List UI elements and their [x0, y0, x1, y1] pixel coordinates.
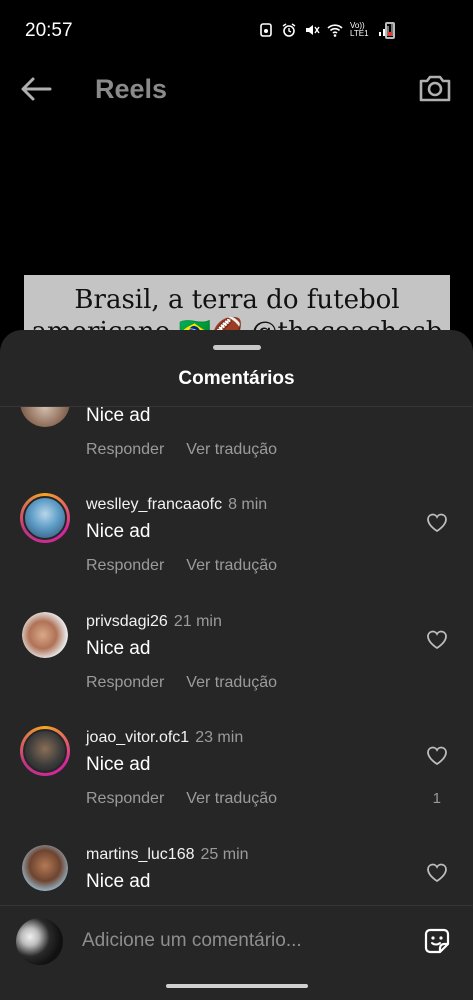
status-icons: Vo)) LTE1 [258, 22, 393, 38]
avatar[interactable] [16, 918, 63, 965]
arrow-left-icon[interactable] [18, 74, 54, 104]
comment-text: Nice ad [86, 407, 151, 426]
reel-video[interactable]: Brasil, a terra do futebol americano 🇧🇷🏈… [0, 118, 473, 335]
translate-button[interactable]: Ver tradução [186, 441, 277, 458]
comment-item: weslley_francaaofc 8 min Nice ad Responde… [0, 493, 473, 603]
comment-text: Nice ad [86, 871, 151, 892]
reply-button[interactable]: Responder [86, 557, 164, 574]
video-caption-line1: Brasil, a terra do futebol [74, 285, 400, 315]
drag-handle[interactable] [212, 345, 261, 350]
reply-button[interactable]: Responder [86, 674, 164, 691]
translate-button[interactable]: Ver tradução [186, 557, 277, 574]
mute-icon [306, 25, 320, 35]
comment-item: Nice ad Responder Ver tradução [0, 407, 473, 487]
comments-title: Comentários [178, 368, 295, 389]
reply-button[interactable]: Responder [86, 790, 164, 807]
comment-username[interactable]: privsdagi26 21 min [86, 613, 222, 631]
video-caption-card: Brasil, a terra do futebol americano 🇧🇷🏈… [24, 275, 450, 335]
comment-username[interactable]: martins_luc168 25 min [86, 846, 249, 864]
comment-actions: Responder Ver tradução [86, 674, 277, 692]
status-time: 20:57 [25, 20, 73, 41]
avatar[interactable] [20, 493, 70, 543]
comment-composer [0, 906, 473, 976]
comments-sheet: Comentários Nice ad Responder Ver traduçã… [0, 330, 473, 1000]
app-header: Reels [0, 62, 473, 118]
comment-item: martins_luc168 25 min Nice ad [0, 843, 473, 905]
avatar[interactable] [22, 612, 68, 658]
page-title: Reels [95, 74, 168, 104]
comment-text: Nice ad [86, 754, 151, 775]
heart-icon[interactable] [425, 861, 449, 883]
heart-icon[interactable] [425, 744, 449, 766]
avatar[interactable] [20, 726, 70, 776]
comment-input[interactable] [82, 928, 382, 954]
translate-button[interactable]: Ver tradução [186, 674, 277, 691]
camera-icon[interactable] [417, 70, 453, 106]
comment-actions: Responder Ver tradução [86, 557, 277, 575]
avatar[interactable] [22, 845, 68, 891]
comment-text: Nice ad [86, 638, 151, 659]
comment-time: 21 min [173, 613, 222, 630]
comments-list[interactable]: Nice ad Responder Ver tradução weslley_fr… [0, 407, 473, 905]
comment-username[interactable]: weslley_francaaofc 8 min [86, 496, 267, 514]
comment-time: 25 min [200, 846, 249, 863]
comment-actions: Responder Ver tradução [86, 441, 277, 459]
avatar[interactable] [20, 407, 70, 427]
like-count: 1 [432, 790, 441, 807]
comment-time: 23 min [195, 729, 244, 746]
comment-item: joao_vitor.ofc1 23 min Nice ad Responder V… [0, 726, 473, 836]
heart-icon[interactable] [425, 511, 449, 533]
alarm-icon [282, 23, 296, 37]
home-indicator[interactable] [165, 984, 308, 988]
reply-button[interactable]: Responder [86, 441, 164, 458]
notification-icon [260, 23, 272, 37]
translate-button[interactable]: Ver tradução [186, 790, 277, 807]
sticker-icon[interactable] [422, 926, 452, 956]
system-nav-bar [0, 976, 473, 1000]
comment-username[interactable]: joao_vitor.ofc1 23 min [86, 729, 243, 747]
comment-time: 8 min [228, 496, 268, 513]
comment-actions: Responder Ver tradução [86, 790, 277, 808]
battery-icon [385, 22, 395, 39]
wifi-icon [327, 24, 343, 37]
status-bar: 20:57 Vo)) LTE1 [0, 0, 473, 62]
comment-text: Nice ad [86, 521, 151, 542]
network-label: Vo)) LTE1 [350, 21, 369, 38]
comment-item: privsdagi26 21 min Nice ad Responder Ver t… [0, 610, 473, 720]
heart-icon[interactable] [425, 628, 449, 650]
